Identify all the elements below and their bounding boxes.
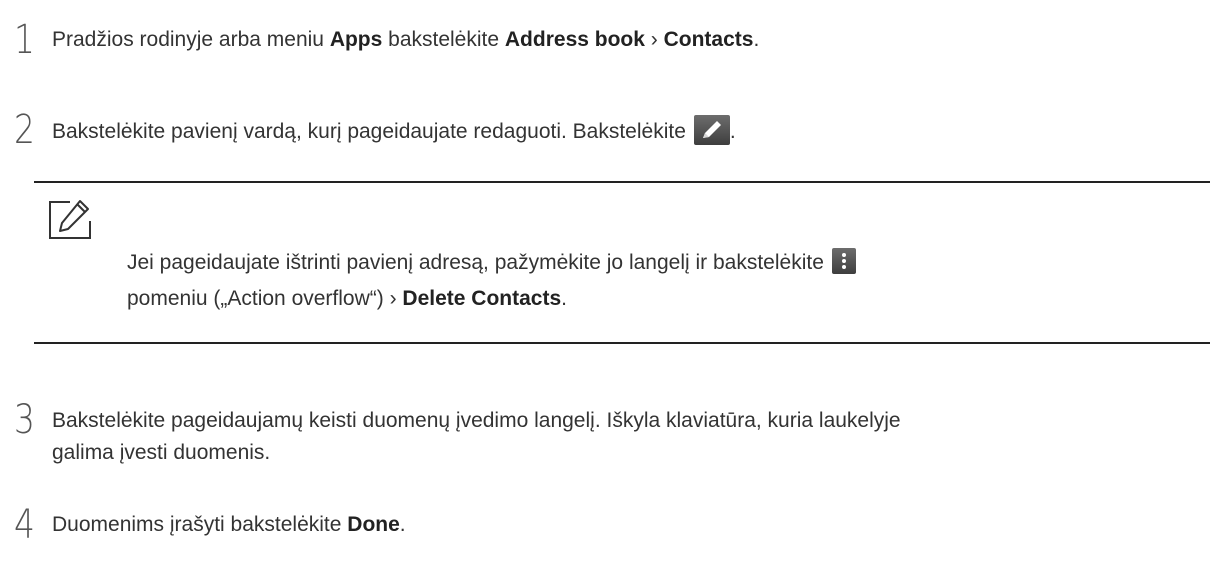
address-book-label: Address book <box>504 28 645 51</box>
done-label: Done <box>347 513 400 536</box>
step-2-text: Bakstelėkite pavienį vardą, kurį pageida… <box>52 115 736 148</box>
note-text-part: Jei pageidaujate ištrinti pavienį adresą… <box>127 251 824 274</box>
delete-contacts-label: Delete Contacts <box>402 287 562 310</box>
note-text-end: . <box>561 287 567 310</box>
step-1-text-part: Pradžios rodinyje arba meniu <box>52 28 330 51</box>
step-3-line-1: Bakstelėkite pageidaujamų keisti duomenų… <box>52 409 901 432</box>
step-number-3: 3 <box>14 397 35 443</box>
step-4-text-part: Duomenims įrašyti bakstelėkite <box>52 513 348 536</box>
step-4-text-end: . <box>399 513 406 536</box>
contacts-label: Contacts <box>663 28 754 51</box>
note-line-1: Jei pageidaujate ištrinti pavienį adresą… <box>127 247 856 279</box>
step-number-2: 2 <box>14 107 35 153</box>
note-top-rule <box>34 181 1210 183</box>
step-4-text: Duomenims įrašyti bakstelėkite Done. <box>52 509 406 541</box>
step-number-4: 4 <box>14 502 35 548</box>
step-3-line-2: galima įvesti duomenis. <box>52 441 271 464</box>
step-1-text-part: bakstelėkite <box>382 28 505 51</box>
pencil-edit-icon <box>693 115 730 146</box>
action-overflow-icon <box>831 248 856 275</box>
step-1-text: Pradžios rodinyje arba meniu Apps bakste… <box>52 24 759 56</box>
note-bottom-rule <box>34 342 1210 344</box>
note-text-part: pomeniu („Action overflow“) › <box>127 287 403 310</box>
note-pencil-icon <box>46 197 96 247</box>
note-line-2: pomeniu („Action overflow“) › Delete Con… <box>127 283 567 315</box>
step-2-text-part: Bakstelėkite pavienį vardą, kurį pageida… <box>52 120 686 143</box>
step-1-text-end: . <box>753 28 760 51</box>
step-number-1: 1 <box>14 17 35 63</box>
breadcrumb-separator: › <box>644 28 664 51</box>
apps-menu-label: Apps <box>329 28 383 51</box>
step-2-text-end: . <box>729 120 736 143</box>
